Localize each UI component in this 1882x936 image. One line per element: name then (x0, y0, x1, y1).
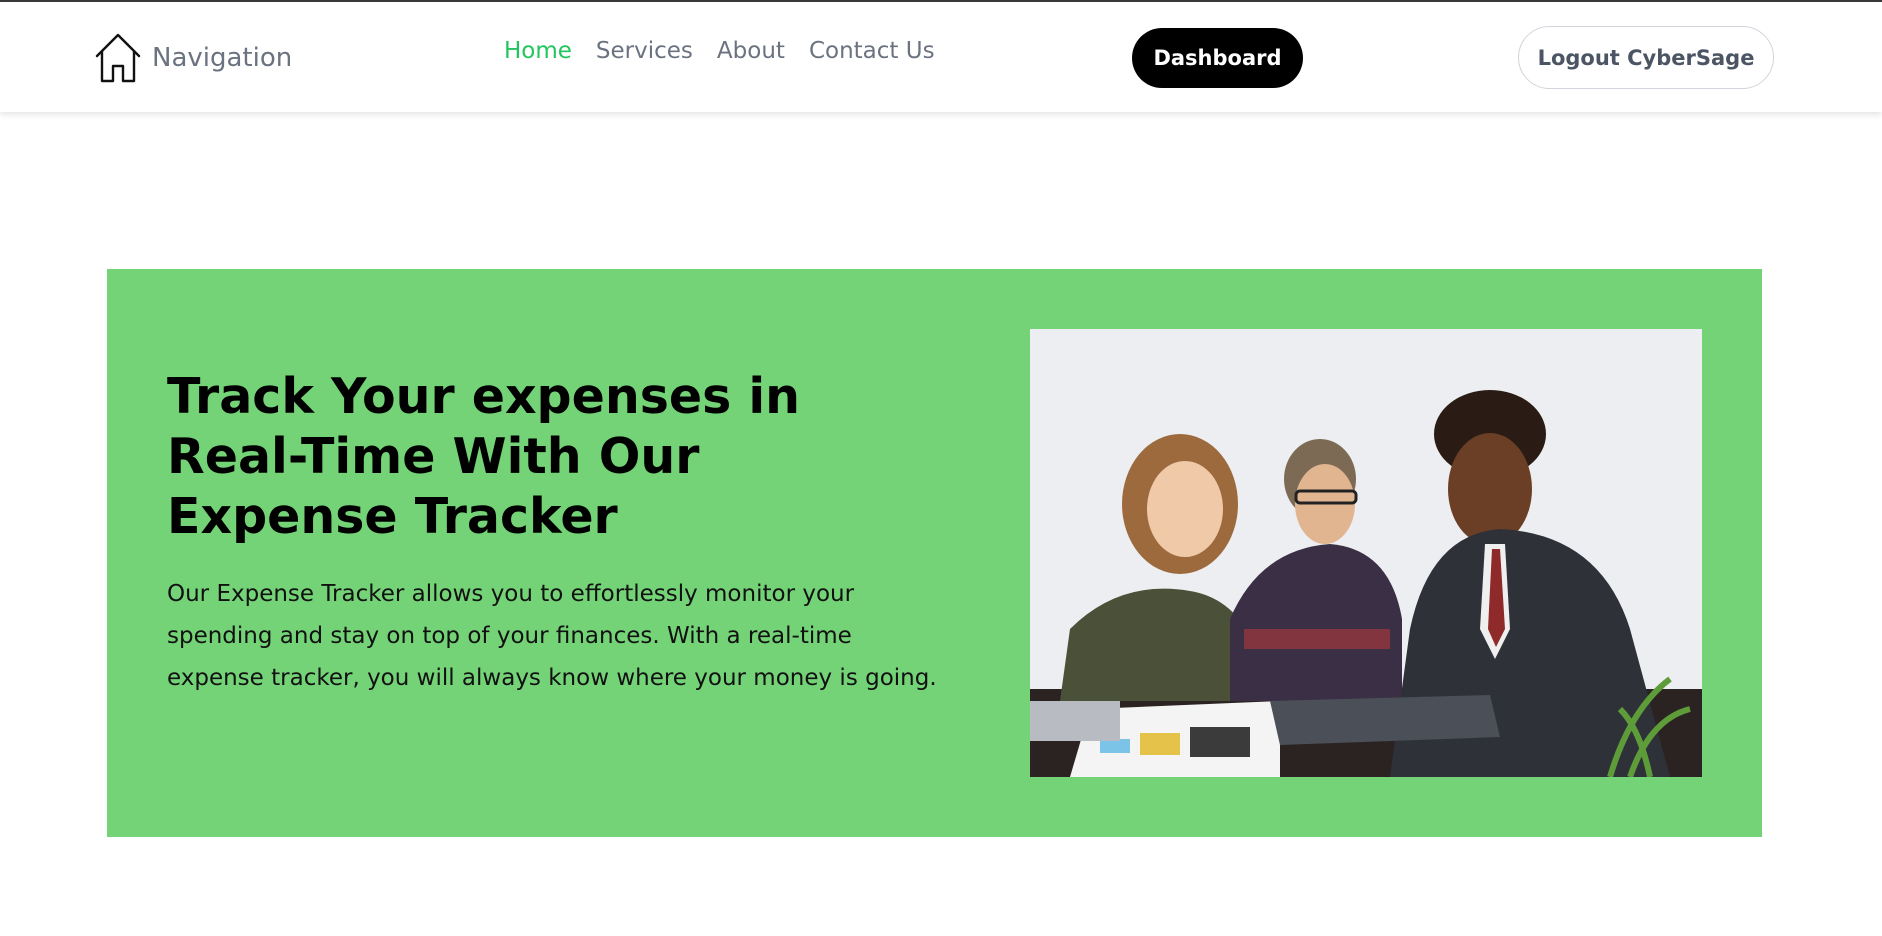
home-icon (94, 32, 142, 84)
nav-services[interactable]: Services (596, 38, 693, 64)
hero-photo (1030, 329, 1702, 777)
brand[interactable]: Navigation (94, 32, 292, 84)
nav-contact-us[interactable]: Contact Us (809, 38, 935, 64)
brand-label: Navigation (152, 43, 293, 73)
hero-description: Our Expense Tracker allows you to effort… (167, 581, 937, 691)
navbar: Navigation Home Services About Contact U… (0, 2, 1882, 112)
nav-home[interactable]: Home (504, 38, 572, 64)
dashboard-button[interactable]: Dashboard (1132, 28, 1303, 88)
hero-title: Track Your expenses in Real-Time With Ou… (167, 368, 801, 545)
hero-section: Track Your expenses in Real-Time With Ou… (107, 269, 1762, 837)
logout-button[interactable]: Logout CyberSage (1518, 26, 1774, 89)
main-nav: Home Services About Contact Us (504, 38, 935, 64)
nav-about[interactable]: About (717, 38, 785, 64)
